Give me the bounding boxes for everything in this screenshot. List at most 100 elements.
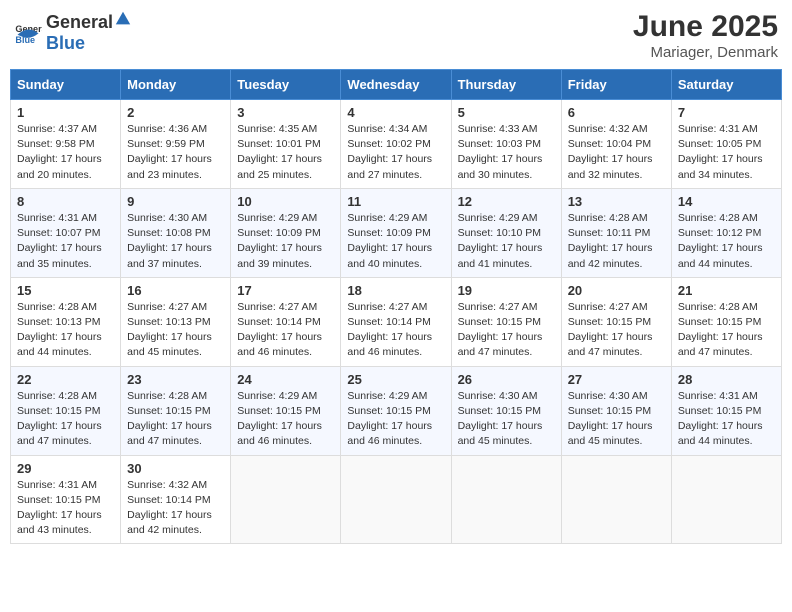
sunset: Sunset: 10:15 PM	[458, 316, 541, 328]
day-number: 2	[127, 105, 224, 120]
table-row: 7 Sunrise: 4:31 AM Sunset: 10:05 PM Dayl…	[671, 100, 781, 189]
sunrise: Sunrise: 4:36 AM	[127, 123, 207, 135]
day-info: Sunrise: 4:28 AM Sunset: 10:15 PM Daylig…	[678, 300, 775, 361]
day-number: 26	[458, 372, 555, 387]
sunset: Sunset: 10:15 PM	[458, 405, 541, 417]
table-row	[671, 455, 781, 544]
daylight: Daylight: 17 hours and 47 minutes.	[678, 331, 763, 358]
day-number: 21	[678, 283, 775, 298]
sunset: Sunset: 10:14 PM	[127, 494, 210, 506]
sunset: Sunset: 10:15 PM	[347, 405, 430, 417]
day-number: 27	[568, 372, 665, 387]
sunrise: Sunrise: 4:28 AM	[17, 301, 97, 313]
day-info: Sunrise: 4:27 AM Sunset: 10:13 PM Daylig…	[127, 300, 224, 361]
col-friday: Friday	[561, 70, 671, 100]
day-info: Sunrise: 4:32 AM Sunset: 10:04 PM Daylig…	[568, 122, 665, 183]
table-row: 6 Sunrise: 4:32 AM Sunset: 10:04 PM Dayl…	[561, 100, 671, 189]
day-number: 23	[127, 372, 224, 387]
table-row: 21 Sunrise: 4:28 AM Sunset: 10:15 PM Day…	[671, 277, 781, 366]
table-row	[451, 455, 561, 544]
sunrise: Sunrise: 4:27 AM	[458, 301, 538, 313]
sunset: Sunset: 10:09 PM	[237, 227, 320, 239]
svg-text:Blue: Blue	[15, 35, 35, 45]
col-thursday: Thursday	[451, 70, 561, 100]
table-row	[341, 455, 451, 544]
sunrise: Sunrise: 4:29 AM	[237, 390, 317, 402]
table-row: 25 Sunrise: 4:29 AM Sunset: 10:15 PM Day…	[341, 366, 451, 455]
day-info: Sunrise: 4:30 AM Sunset: 10:15 PM Daylig…	[458, 389, 555, 450]
daylight: Daylight: 17 hours and 44 minutes.	[678, 242, 763, 269]
day-info: Sunrise: 4:31 AM Sunset: 10:15 PM Daylig…	[678, 389, 775, 450]
table-row: 26 Sunrise: 4:30 AM Sunset: 10:15 PM Day…	[451, 366, 561, 455]
col-monday: Monday	[121, 70, 231, 100]
table-row: 23 Sunrise: 4:28 AM Sunset: 10:15 PM Day…	[121, 366, 231, 455]
day-number: 15	[17, 283, 114, 298]
daylight: Daylight: 17 hours and 42 minutes.	[568, 242, 653, 269]
daylight: Daylight: 17 hours and 44 minutes.	[678, 420, 763, 447]
table-row: 5 Sunrise: 4:33 AM Sunset: 10:03 PM Dayl…	[451, 100, 561, 189]
sunset: Sunset: 10:02 PM	[347, 138, 430, 150]
table-row: 2 Sunrise: 4:36 AM Sunset: 9:59 PM Dayli…	[121, 100, 231, 189]
day-number: 7	[678, 105, 775, 120]
sunset: Sunset: 10:15 PM	[237, 405, 320, 417]
title-block: June 2025 Mariager, Denmark	[633, 10, 778, 61]
sunrise: Sunrise: 4:35 AM	[237, 123, 317, 135]
logo-triangle-icon	[114, 10, 132, 28]
sunset: Sunset: 10:04 PM	[568, 138, 651, 150]
day-number: 29	[17, 461, 114, 476]
sunrise: Sunrise: 4:28 AM	[678, 301, 758, 313]
col-saturday: Saturday	[671, 70, 781, 100]
sunrise: Sunrise: 4:31 AM	[17, 479, 97, 491]
day-info: Sunrise: 4:30 AM Sunset: 10:08 PM Daylig…	[127, 211, 224, 272]
day-number: 25	[347, 372, 444, 387]
logo: General Blue General Blue	[14, 10, 133, 54]
col-sunday: Sunday	[11, 70, 121, 100]
sunset: Sunset: 10:13 PM	[127, 316, 210, 328]
table-row: 13 Sunrise: 4:28 AM Sunset: 10:11 PM Day…	[561, 188, 671, 277]
logo-icon: General Blue	[14, 18, 42, 46]
table-row: 17 Sunrise: 4:27 AM Sunset: 10:14 PM Day…	[231, 277, 341, 366]
daylight: Daylight: 17 hours and 20 minutes.	[17, 153, 102, 180]
day-info: Sunrise: 4:33 AM Sunset: 10:03 PM Daylig…	[458, 122, 555, 183]
location: Mariager, Denmark	[633, 44, 778, 61]
day-number: 24	[237, 372, 334, 387]
day-number: 11	[347, 194, 444, 209]
daylight: Daylight: 17 hours and 41 minutes.	[458, 242, 543, 269]
sunset: Sunset: 9:59 PM	[127, 138, 205, 150]
table-row: 19 Sunrise: 4:27 AM Sunset: 10:15 PM Day…	[451, 277, 561, 366]
table-row: 8 Sunrise: 4:31 AM Sunset: 10:07 PM Dayl…	[11, 188, 121, 277]
day-info: Sunrise: 4:34 AM Sunset: 10:02 PM Daylig…	[347, 122, 444, 183]
daylight: Daylight: 17 hours and 25 minutes.	[237, 153, 322, 180]
day-info: Sunrise: 4:36 AM Sunset: 9:59 PM Dayligh…	[127, 122, 224, 183]
day-number: 12	[458, 194, 555, 209]
sunset: Sunset: 10:05 PM	[678, 138, 761, 150]
table-row: 10 Sunrise: 4:29 AM Sunset: 10:09 PM Day…	[231, 188, 341, 277]
table-row: 22 Sunrise: 4:28 AM Sunset: 10:15 PM Day…	[11, 366, 121, 455]
day-info: Sunrise: 4:27 AM Sunset: 10:14 PM Daylig…	[347, 300, 444, 361]
sunrise: Sunrise: 4:27 AM	[237, 301, 317, 313]
day-number: 9	[127, 194, 224, 209]
sunrise: Sunrise: 4:27 AM	[347, 301, 427, 313]
daylight: Daylight: 17 hours and 45 minutes.	[568, 420, 653, 447]
sunrise: Sunrise: 4:28 AM	[17, 390, 97, 402]
table-row: 15 Sunrise: 4:28 AM Sunset: 10:13 PM Day…	[11, 277, 121, 366]
sunset: Sunset: 9:58 PM	[17, 138, 95, 150]
table-row: 18 Sunrise: 4:27 AM Sunset: 10:14 PM Day…	[341, 277, 451, 366]
day-info: Sunrise: 4:29 AM Sunset: 10:15 PM Daylig…	[347, 389, 444, 450]
day-info: Sunrise: 4:28 AM Sunset: 10:15 PM Daylig…	[127, 389, 224, 450]
sunrise: Sunrise: 4:29 AM	[458, 212, 538, 224]
table-row: 24 Sunrise: 4:29 AM Sunset: 10:15 PM Day…	[231, 366, 341, 455]
sunset: Sunset: 10:03 PM	[458, 138, 541, 150]
sunrise: Sunrise: 4:34 AM	[347, 123, 427, 135]
day-number: 17	[237, 283, 334, 298]
day-number: 8	[17, 194, 114, 209]
day-info: Sunrise: 4:28 AM Sunset: 10:12 PM Daylig…	[678, 211, 775, 272]
daylight: Daylight: 17 hours and 42 minutes.	[127, 509, 212, 536]
daylight: Daylight: 17 hours and 35 minutes.	[17, 242, 102, 269]
day-info: Sunrise: 4:31 AM Sunset: 10:05 PM Daylig…	[678, 122, 775, 183]
table-row: 3 Sunrise: 4:35 AM Sunset: 10:01 PM Dayl…	[231, 100, 341, 189]
sunrise: Sunrise: 4:31 AM	[17, 212, 97, 224]
day-number: 6	[568, 105, 665, 120]
daylight: Daylight: 17 hours and 37 minutes.	[127, 242, 212, 269]
sunrise: Sunrise: 4:29 AM	[347, 390, 427, 402]
